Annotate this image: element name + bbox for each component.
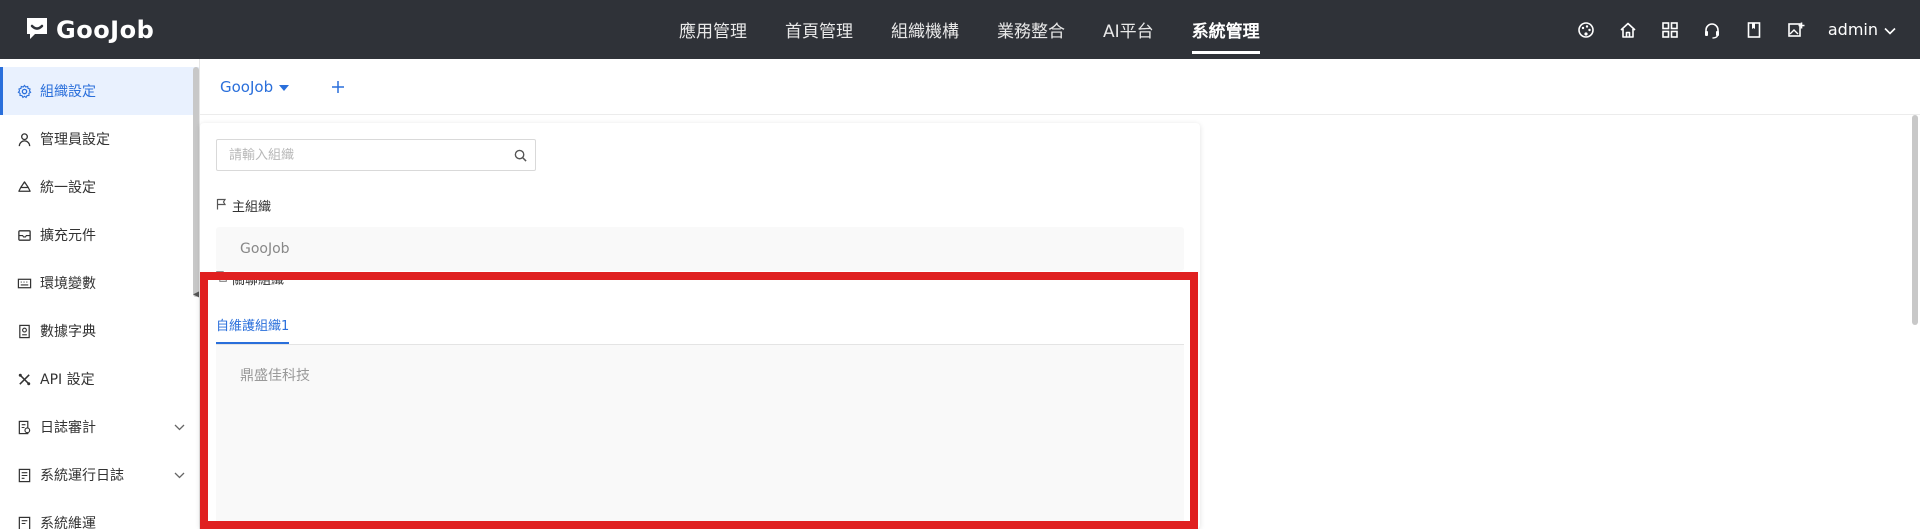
keyboard-icon (16, 275, 32, 291)
top-navigation-bar: GooJob 應用管理 首頁管理 組織機構 業務整合 AI平台 系統管理 adm… (0, 0, 1920, 59)
brand-name: GooJob (56, 15, 155, 44)
sidebar-item-label: 擴充元件 (40, 228, 96, 244)
chevron-down-icon[interactable] (174, 419, 185, 435)
logo-chat-icon (24, 15, 50, 45)
organization-search (216, 139, 536, 171)
headset-icon[interactable] (1702, 20, 1722, 40)
primary-org-item[interactable]: GooJob (216, 227, 1184, 271)
copy-icon (216, 271, 227, 286)
sidebar-item-label: 組織設定 (40, 84, 96, 100)
user-name: admin (1827, 20, 1878, 39)
sidebar-item-label: 環境變數 (40, 276, 96, 292)
sidebar-item-organization-settings[interactable]: 組織設定 (0, 67, 199, 115)
add-organization-button[interactable] (331, 77, 345, 97)
palette-icon[interactable] (1576, 20, 1596, 40)
user-menu[interactable]: admin (1828, 20, 1896, 39)
sidebar-item-log-audit[interactable]: 日誌審計 (0, 403, 199, 451)
main-nav: 應用管理 首頁管理 組織機構 業務整合 AI平台 系統管理 (660, 0, 1279, 59)
sidebar-item-label: 系統維運 (40, 516, 96, 529)
collapse-sidebar-icon[interactable]: ◀ (193, 289, 199, 300)
log-icon (16, 467, 32, 483)
image-add-icon[interactable] (1786, 20, 1806, 40)
sidebar-scrollbar[interactable] (193, 67, 199, 297)
toolbar: admin (1576, 0, 1896, 59)
search-input[interactable] (217, 140, 505, 170)
related-org-list: 鼎盛佳科技 (216, 345, 1184, 529)
sidebar-item-extensions[interactable]: 擴充元件 (0, 211, 199, 259)
organization-switcher-label: GooJob (220, 77, 274, 96)
grid-icon[interactable] (1660, 20, 1680, 40)
primary-org-title-text: 主組織 (232, 200, 272, 215)
search-icon[interactable] (505, 149, 535, 162)
sidebar-item-environment-variables[interactable]: 環境變數 (0, 259, 199, 307)
sidebar-item-label: 管理員設定 (40, 132, 110, 148)
main-scrollbar[interactable] (1912, 115, 1918, 325)
primary-org-title: 主組織 (216, 196, 271, 215)
maintenance-icon (16, 515, 32, 529)
sidebar-item-api-settings[interactable]: API 設定 (0, 355, 199, 403)
sidebar-item-data-dictionary[interactable]: 數據字典 (0, 307, 199, 355)
caret-down-icon (279, 78, 290, 96)
sidebar-item-label: 統一設定 (40, 180, 96, 196)
plus-icon (332, 80, 345, 93)
nav-home-management[interactable]: 首頁管理 (766, 0, 872, 59)
sidebar-item-system-logs[interactable]: 系統運行日誌 (0, 451, 199, 499)
tab-self-maintained-org[interactable]: 自維護組織1 (216, 307, 290, 344)
recycle-icon (16, 179, 32, 195)
related-org-title: 關聯組織 (216, 269, 284, 288)
organization-switcher[interactable]: GooJob (220, 77, 290, 96)
chevron-down-icon[interactable] (174, 467, 185, 483)
nav-organization[interactable]: 組織機構 (872, 0, 978, 59)
user-icon (16, 131, 32, 147)
related-org-title-text: 關聯組織 (232, 273, 285, 288)
home-icon[interactable] (1618, 20, 1638, 40)
sidebar-item-admin-settings[interactable]: 管理員設定 (0, 115, 199, 163)
organization-panel: 主組織 GooJob 關聯組織 自維護組織1 鼎盛佳科技 (200, 123, 1200, 529)
list-item[interactable]: 鼎盛佳科技 (240, 365, 310, 385)
gear-icon (16, 83, 32, 99)
sidebar-item-label: 數據字典 (40, 324, 96, 340)
sidebar-item-label: 系統運行日誌 (40, 468, 124, 484)
tools-icon (16, 371, 32, 387)
sidebar-item-label: 日誌審計 (40, 420, 96, 436)
brand-logo[interactable]: GooJob (24, 14, 154, 45)
dictionary-icon (16, 323, 32, 339)
flag-icon (216, 198, 227, 214)
sidebar-item-unified-settings[interactable]: 統一設定 (0, 163, 199, 211)
book-icon[interactable] (1744, 20, 1764, 40)
nav-system-management[interactable]: 系統管理 (1173, 0, 1279, 59)
nav-ai-platform[interactable]: AI平台 (1084, 0, 1173, 59)
nav-app-management[interactable]: 應用管理 (660, 0, 766, 59)
chevron-down-icon (1884, 20, 1896, 39)
sidebar-item-label: API 設定 (40, 372, 95, 388)
organization-tab-bar: GooJob (200, 59, 1920, 115)
sidebar: 組織設定 管理員設定 統一設定 擴充元件 環境變數 數據字典 API 設定 日誌… (0, 59, 200, 529)
main-content: GooJob 主組織 GooJob 關聯組織 自維護組織1 鼎盛佳科技 (200, 59, 1920, 529)
audit-icon (16, 419, 32, 435)
box-icon (16, 227, 32, 243)
sidebar-item-system-maintenance[interactable]: 系統維運 (0, 499, 199, 529)
nav-business-integration[interactable]: 業務整合 (978, 0, 1084, 59)
